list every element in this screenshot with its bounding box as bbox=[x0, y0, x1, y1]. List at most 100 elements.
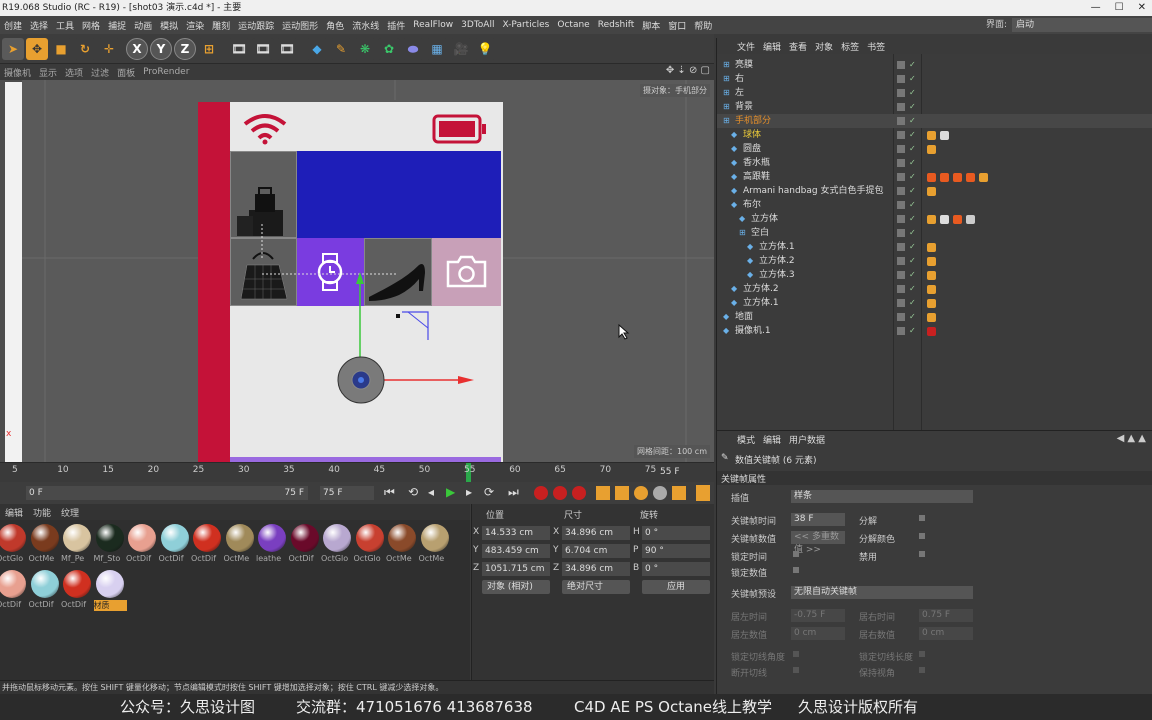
object-row[interactable]: ◆ 圆盘 ✓ bbox=[717, 142, 1152, 156]
visibility-toggle[interactable] bbox=[897, 75, 905, 83]
object-tag-icon[interactable] bbox=[966, 173, 975, 182]
material-menu-item[interactable]: 编辑 bbox=[0, 506, 28, 519]
object-menu-item[interactable]: 书签 bbox=[863, 40, 889, 53]
object-row[interactable]: ⊞ 亮膜 ✓ bbox=[717, 58, 1152, 72]
light-icon[interactable]: 💡 bbox=[474, 38, 496, 60]
menu-item[interactable]: 运动图形 bbox=[278, 19, 322, 32]
enable-check-icon[interactable]: ✓ bbox=[909, 145, 917, 153]
enable-check-icon[interactable]: ✓ bbox=[909, 215, 917, 223]
lock-tangent-angle-checkbox[interactable] bbox=[793, 651, 799, 657]
enable-check-icon[interactable]: ✓ bbox=[909, 243, 917, 251]
material-swatch[interactable]: OctMe bbox=[224, 522, 257, 566]
object-row[interactable]: ⊞ 手机部分 ✓ bbox=[717, 114, 1152, 128]
subdivision-icon[interactable]: ❋ bbox=[354, 38, 376, 60]
enable-check-icon[interactable]: ✓ bbox=[909, 313, 917, 321]
menu-item[interactable]: 脚本 bbox=[638, 19, 664, 32]
break-checkbox[interactable] bbox=[919, 515, 925, 521]
object-row[interactable]: ◆ 布尔 ✓ bbox=[717, 198, 1152, 212]
object-menu-item[interactable]: 标签 bbox=[837, 40, 863, 53]
menu-item[interactable]: 窗口 bbox=[664, 19, 690, 32]
viewport-menu-item[interactable]: 显示 bbox=[35, 66, 61, 79]
object-row[interactable]: ◆ 摄像机.1 ✓ bbox=[717, 324, 1152, 338]
menu-item[interactable]: 工具 bbox=[52, 19, 78, 32]
enable-check-icon[interactable]: ✓ bbox=[909, 159, 917, 167]
object-tag-icon[interactable] bbox=[979, 173, 988, 182]
minimize-icon[interactable]: — bbox=[1091, 0, 1101, 16]
object-menu-item[interactable]: 对象 bbox=[811, 40, 837, 53]
attribute-menu-item[interactable]: 模式 bbox=[733, 433, 759, 446]
key-param-icon[interactable] bbox=[653, 486, 667, 500]
enable-check-icon[interactable]: ✓ bbox=[909, 131, 917, 139]
attribute-menu-item[interactable]: 编辑 bbox=[759, 433, 785, 446]
z-axis-icon[interactable]: Z bbox=[174, 38, 196, 60]
viewport-menu-item[interactable]: 面板 bbox=[113, 66, 139, 79]
x-axis-icon[interactable]: X bbox=[126, 38, 148, 60]
object-row[interactable]: ◆ 地面 ✓ bbox=[717, 310, 1152, 324]
preset-select[interactable]: 无限自动关键帧 bbox=[791, 586, 973, 599]
lock-value-checkbox[interactable] bbox=[793, 567, 799, 573]
timeline-window-icon[interactable] bbox=[696, 485, 710, 501]
prev-key-icon[interactable]: ⟲ bbox=[408, 485, 418, 499]
maximize-icon[interactable]: ☐ bbox=[1115, 0, 1124, 16]
object-row[interactable]: ◆ 立方体.1 ✓ bbox=[717, 240, 1152, 254]
visibility-toggle[interactable] bbox=[897, 257, 905, 265]
enable-check-icon[interactable]: ✓ bbox=[909, 89, 917, 97]
visibility-toggle[interactable] bbox=[897, 131, 905, 139]
enable-check-icon[interactable]: ✓ bbox=[909, 257, 917, 265]
visibility-toggle[interactable] bbox=[897, 117, 905, 125]
object-row[interactable]: ◆ 立方体.2 ✓ bbox=[717, 254, 1152, 268]
material-swatch[interactable]: OctGlo bbox=[0, 522, 29, 566]
visibility-toggle[interactable] bbox=[897, 145, 905, 153]
material-swatch[interactable]: OctGlo bbox=[321, 522, 354, 566]
enable-check-icon[interactable]: ✓ bbox=[909, 173, 917, 181]
select-cursor-icon[interactable]: ➤ bbox=[2, 38, 24, 60]
object-row[interactable]: ◆ 立方体.1 ✓ bbox=[717, 296, 1152, 310]
object-row[interactable]: ⊞ 背景 ✓ bbox=[717, 100, 1152, 114]
play-icon[interactable]: ▶ bbox=[446, 485, 455, 499]
object-tag-icon[interactable] bbox=[966, 215, 975, 224]
enable-check-icon[interactable]: ✓ bbox=[909, 229, 917, 237]
material-swatch[interactable]: OctMe bbox=[386, 522, 419, 566]
object-tag-icon[interactable] bbox=[927, 285, 936, 294]
visibility-toggle[interactable] bbox=[897, 187, 905, 195]
material-swatch[interactable]: OctDif bbox=[289, 522, 322, 566]
rotation-field[interactable]: 0 ° bbox=[642, 526, 710, 540]
visibility-toggle[interactable] bbox=[897, 215, 905, 223]
lock-time-checkbox[interactable] bbox=[793, 551, 799, 557]
object-tag-icon[interactable] bbox=[927, 313, 936, 322]
key-scale-icon[interactable] bbox=[615, 486, 629, 500]
object-row[interactable]: ◆ 立方体.3 ✓ bbox=[717, 268, 1152, 282]
visibility-toggle[interactable] bbox=[897, 271, 905, 279]
visibility-toggle[interactable] bbox=[897, 299, 905, 307]
menu-item[interactable]: 网格 bbox=[78, 19, 104, 32]
object-tag-icon[interactable] bbox=[927, 131, 936, 140]
object-menu-item[interactable]: 编辑 bbox=[759, 40, 785, 53]
material-swatch[interactable]: OctGlo bbox=[354, 522, 387, 566]
break-color-checkbox[interactable] bbox=[919, 533, 925, 539]
material-swatch[interactable]: Mf_Sto bbox=[94, 522, 127, 566]
object-tag-icon[interactable] bbox=[940, 131, 949, 140]
key-value-field[interactable]: << 多重数值 >> bbox=[791, 531, 845, 555]
object-tag-icon[interactable] bbox=[927, 257, 936, 266]
enable-check-icon[interactable]: ✓ bbox=[909, 327, 917, 335]
size-mode-select[interactable]: 绝对尺寸 bbox=[562, 580, 630, 594]
menu-item[interactable]: RealFlow bbox=[409, 20, 457, 30]
deformer-icon[interactable]: ⬬ bbox=[402, 38, 424, 60]
position-field[interactable]: 14.533 cm bbox=[482, 526, 550, 540]
menu-item[interactable]: Octane bbox=[553, 20, 593, 30]
menu-item[interactable]: 雕刻 bbox=[208, 19, 234, 32]
enable-check-icon[interactable]: ✓ bbox=[909, 61, 917, 69]
object-tag-icon[interactable] bbox=[927, 145, 936, 154]
interpolation-select[interactable]: 样条 bbox=[791, 490, 973, 503]
transform-icon[interactable]: ✛ bbox=[98, 38, 120, 60]
material-swatch[interactable]: OctDif bbox=[191, 522, 224, 566]
rotation-field[interactable]: 0 ° bbox=[642, 562, 710, 576]
material-swatch[interactable]: Mf_Pe bbox=[61, 522, 94, 566]
y-axis-icon[interactable]: Y bbox=[150, 38, 172, 60]
viewport-navigation-icons[interactable]: ✥ ⇣ ⊘ ▢ bbox=[666, 65, 710, 76]
coordinate-system-icon[interactable]: ⊞ bbox=[198, 38, 220, 60]
visibility-toggle[interactable] bbox=[897, 173, 905, 181]
object-row[interactable]: ◆ 立方体 ✓ bbox=[717, 212, 1152, 226]
enable-check-icon[interactable]: ✓ bbox=[909, 271, 917, 279]
visibility-toggle[interactable] bbox=[897, 103, 905, 111]
